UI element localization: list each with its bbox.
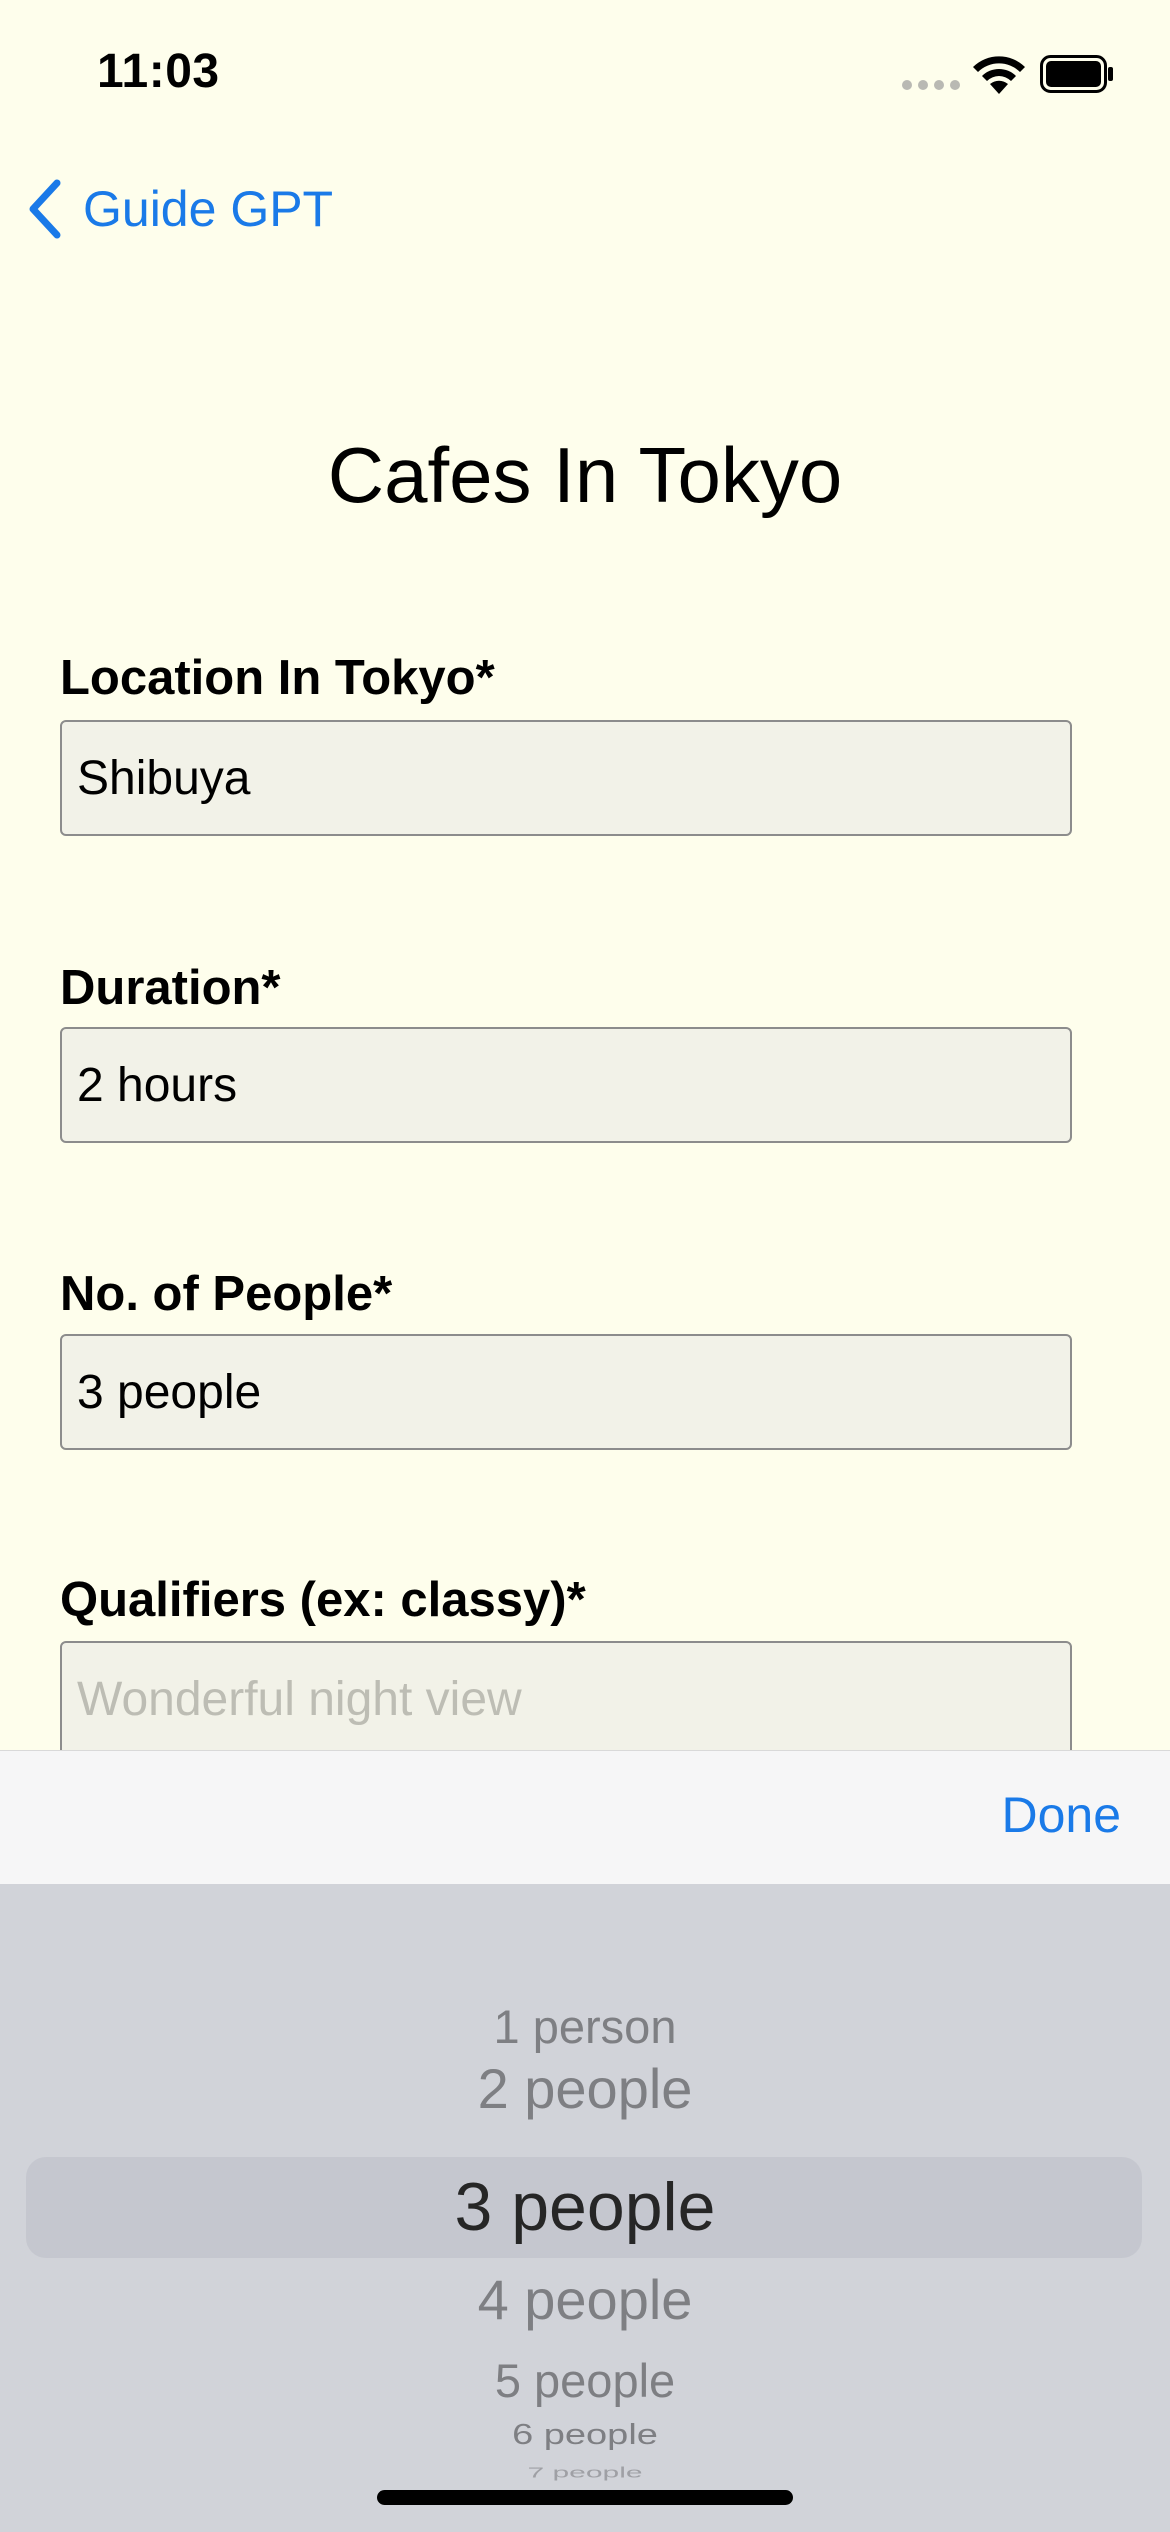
location-input[interactable]: Shibuya — [60, 720, 1072, 836]
people-input[interactable]: 3 people — [60, 1334, 1072, 1450]
back-button-label: Guide GPT — [83, 181, 334, 237]
back-button[interactable]: Guide GPT — [25, 174, 333, 244]
duration-input[interactable]: 2 hours — [60, 1027, 1072, 1143]
qualifiers-label: Qualifiers (ex: classy)* — [60, 1573, 586, 1627]
cellular-signal-icon — [902, 80, 960, 90]
people-picker[interactable]: 1 person 2 people 3 people 4 people 5 pe… — [0, 1884, 1170, 2532]
picker-toolbar — [0, 1750, 1170, 1885]
status-bar: 11:03 — [0, 0, 1170, 150]
battery-icon — [1040, 55, 1113, 93]
home-indicator[interactable] — [377, 2490, 793, 2505]
people-label: No. of People* — [60, 1267, 393, 1321]
picker-option[interactable]: 2 people — [0, 2056, 1170, 2121]
chevron-left-icon — [29, 179, 61, 239]
qualifiers-input[interactable]: Wonderful night view — [60, 1641, 1072, 1757]
wifi-icon — [973, 56, 1025, 94]
picker-option[interactable]: 1 person — [0, 1999, 1170, 2054]
duration-label: Duration* — [60, 961, 281, 1015]
picker-option[interactable]: 7 people — [0, 2465, 1170, 2482]
location-label: Location In Tokyo* — [60, 651, 495, 705]
page-title: Cafes In Tokyo — [327, 431, 843, 519]
picker-option[interactable]: 4 people — [0, 2267, 1170, 2332]
done-button[interactable]: Done — [1001, 1786, 1121, 1844]
status-time: 11:03 — [97, 45, 220, 98]
picker-option[interactable]: 5 people — [0, 2353, 1170, 2408]
picker-option-selected[interactable]: 3 people — [0, 2168, 1170, 2246]
picker-option[interactable]: 6 people — [0, 2419, 1170, 2451]
